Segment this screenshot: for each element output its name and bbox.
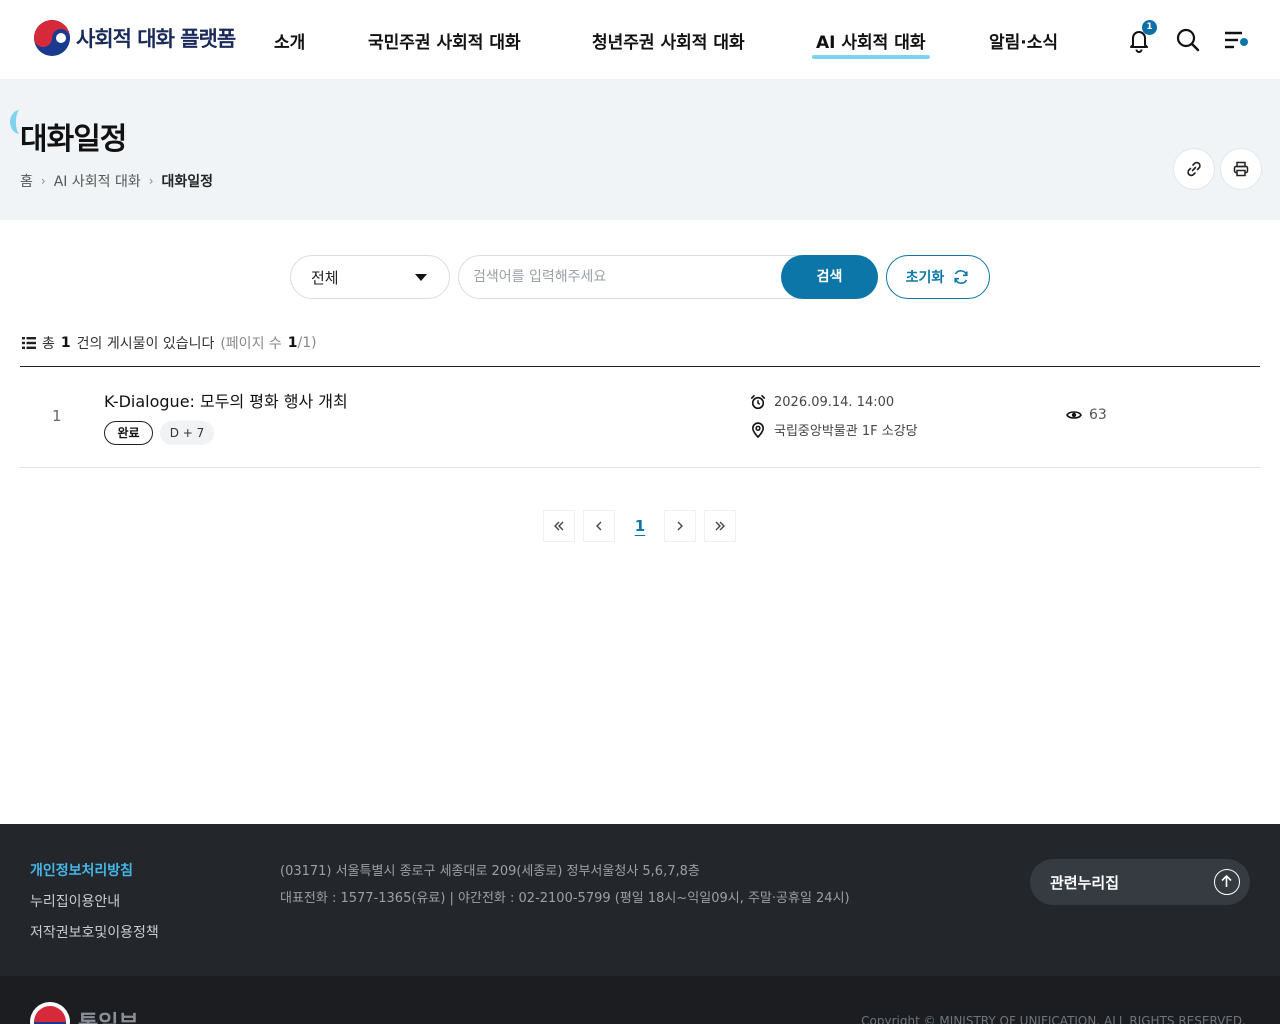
breadcrumb-home[interactable]: 홈 <box>20 171 33 191</box>
row-datetime-text: 2026.09.14. 14:00 <box>774 394 895 410</box>
footer-phone: 대표전화 : 1577-1365(유료) | 야간전화 : 02-2100-57… <box>280 891 850 906</box>
pagination-last-button[interactable] <box>704 510 736 542</box>
summary-prefix: 총 <box>42 336 55 352</box>
search-icon[interactable] <box>1174 26 1202 54</box>
site-footer: 개인정보처리방침 누리집이용안내 저작권보호및이용정책 (03171) 서울특별… <box>0 824 1280 1024</box>
arrow-up-icon <box>1214 869 1240 895</box>
footer-link-guide[interactable]: 누리집이용안내 <box>30 891 120 911</box>
row-datetime: 2026.09.14. 14:00 <box>750 394 894 410</box>
summary-total: 1 <box>60 335 71 351</box>
reset-button-label: 초기화 <box>905 270 945 286</box>
footer-org-name: 통일부 <box>78 1006 139 1024</box>
notification-bell-icon[interactable]: 1 <box>1125 20 1157 54</box>
list-top-divider <box>20 366 1260 367</box>
related-sites-button[interactable]: 관련누리집 <box>1030 859 1250 905</box>
site-header: 사회적 대화 플랫폼 소개 국민주권 사회적 대화 청년주권 사회적 대화 AI… <box>0 0 1280 80</box>
chevron-right-icon <box>677 521 683 531</box>
site-logo[interactable]: 사회적 대화 플랫폼 <box>34 20 236 56</box>
list-bottom-divider <box>20 467 1260 468</box>
alarm-clock-icon <box>751 395 765 410</box>
reset-button[interactable]: 초기화 <box>886 255 990 299</box>
location-pin-icon <box>751 421 765 438</box>
page-title-band: 대화일정 홈 › AI 사회적 대화 › 대화일정 <box>0 80 1280 220</box>
footer-link-copyright-policy[interactable]: 저작권보호및이용정책 <box>30 922 159 942</box>
row-views-count: 63 <box>1089 407 1107 423</box>
pagination-first-button[interactable] <box>543 510 575 542</box>
footer-org-logo: 통일부 <box>30 1002 139 1024</box>
taegeuk-logo-icon <box>30 1002 70 1024</box>
double-chevron-left-icon <box>554 521 564 531</box>
print-icon <box>1233 161 1249 177</box>
category-select-value: 전체 <box>311 269 339 287</box>
result-summary: 총 1 건의 게시물이 있습니다 (페이지 수 1 /1) <box>22 333 317 353</box>
row-title-link[interactable]: K-Dialogue: 모두의 평화 행사 개최 <box>104 388 348 412</box>
refresh-icon <box>954 270 968 284</box>
status-badge: 완료 <box>104 421 153 445</box>
nav-item-youth-dialogue[interactable]: 청년주권 사회적 대화 <box>592 28 745 53</box>
print-button[interactable] <box>1220 148 1262 190</box>
pagination-prev-button[interactable] <box>583 510 615 542</box>
nav-item-national-dialogue[interactable]: 국민주권 사회적 대화 <box>368 28 521 53</box>
eye-icon <box>1066 411 1082 419</box>
list-icon <box>22 337 36 349</box>
nav-item-news[interactable]: 알림·소식 <box>989 28 1058 53</box>
taegeuk-logo-icon <box>34 20 70 56</box>
breadcrumb: 홈 › AI 사회적 대화 › 대화일정 <box>20 171 213 191</box>
page-title: 대화일정 <box>20 122 127 157</box>
chevron-left-icon <box>596 521 602 531</box>
double-chevron-right-icon <box>715 521 725 531</box>
pagination-next-button[interactable] <box>664 510 696 542</box>
caret-down-icon <box>415 274 427 281</box>
dday-badge: D + 7 <box>160 421 214 445</box>
breadcrumb-current: 대화일정 <box>161 174 214 190</box>
search-button[interactable]: 검색 <box>781 255 878 299</box>
row-views: 63 <box>1066 407 1107 423</box>
pagination-page-1[interactable]: 1 <box>624 510 656 542</box>
breadcrumb-ai-dialogue[interactable]: AI 사회적 대화 <box>54 171 141 191</box>
footer-copyright: Copyright © MINISTRY OF UNIFICATION. ALL… <box>861 1014 1246 1024</box>
summary-suffix: 건의 게시물이 있습니다 <box>76 336 215 352</box>
menu-icon[interactable] <box>1222 26 1250 54</box>
row-number: 1 <box>52 407 62 425</box>
category-select[interactable]: 전체 <box>290 255 450 299</box>
footer-address: (03171) 서울특별시 종로구 세종대로 209(세종로) 정부서울청사 5… <box>280 864 700 879</box>
summary-page-open: (페이지 수 <box>220 336 282 352</box>
logo-text: 사회적 대화 플랫폼 <box>76 27 236 51</box>
notification-badge: 1 <box>1142 20 1157 35</box>
row-location-text: 국립중앙박물관 1F 소강당 <box>774 424 918 439</box>
nav-item-ai-dialogue[interactable]: AI 사회적 대화 <box>812 28 930 59</box>
footer-link-privacy[interactable]: 개인정보처리방침 <box>30 860 133 880</box>
related-sites-label: 관련누리집 <box>1050 874 1120 892</box>
search-input[interactable] <box>473 256 773 298</box>
link-icon <box>1187 161 1201 177</box>
chevron-right-icon: › <box>40 174 46 188</box>
nav-item-intro[interactable]: 소개 <box>274 28 305 53</box>
chevron-right-icon: › <box>148 174 154 188</box>
summary-page-current: 1 <box>287 335 298 351</box>
summary-page-rest: /1) <box>297 335 317 351</box>
copy-link-button[interactable] <box>1173 148 1215 190</box>
row-location: 국립중앙박물관 1F 소강당 <box>750 420 918 439</box>
